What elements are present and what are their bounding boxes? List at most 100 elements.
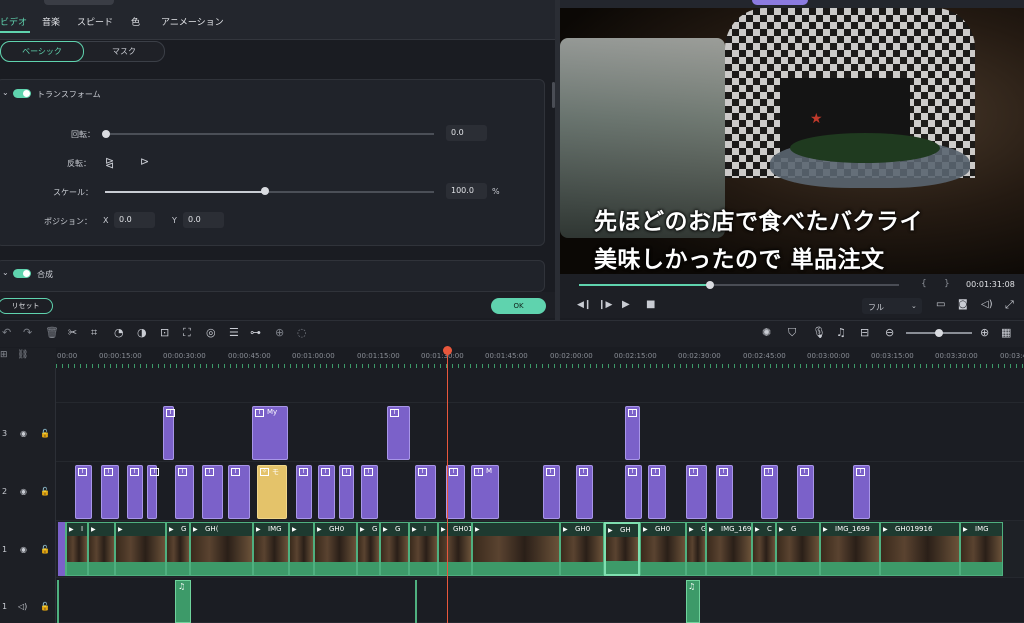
chevron-down-icon[interactable]: ⌄: [2, 88, 9, 97]
title-clip[interactable]: T: [127, 465, 143, 519]
stop-icon[interactable]: ■: [646, 299, 655, 310]
tab-video[interactable]: ビデオ: [0, 15, 27, 28]
audio-clip-edge[interactable]: [415, 580, 417, 623]
flip-horizontal-icon[interactable]: ⧎: [105, 156, 114, 169]
title-clip[interactable]: T: [175, 465, 194, 519]
title-clip[interactable]: T: [543, 465, 560, 519]
snapshot-camera-icon[interactable]: ◙: [958, 299, 968, 310]
video-clip[interactable]: GH(: [190, 522, 253, 576]
title-clip[interactable]: T My: [252, 406, 288, 460]
tab-speed[interactable]: スピード: [77, 15, 113, 28]
delete-icon[interactable]: 🗑: [45, 326, 59, 339]
playhead-line[interactable]: [447, 350, 448, 623]
previous-frame-icon[interactable]: ◀❙: [577, 300, 591, 310]
clip-trim-handle[interactable]: [58, 522, 65, 576]
video-clip[interactable]: C: [752, 522, 776, 576]
video-clip[interactable]: GH01: [686, 522, 706, 576]
title-clip[interactable]: T: [147, 465, 159, 519]
video-clip[interactable]: I: [66, 522, 88, 576]
color-icon[interactable]: ◑: [137, 326, 147, 339]
title-clip[interactable]: T: [797, 465, 814, 519]
video-clip[interactable]: [88, 522, 115, 576]
eye-icon[interactable]: ◉: [20, 545, 27, 554]
next-frame-icon[interactable]: ❙▶: [598, 300, 612, 310]
title-clip[interactable]: T: [339, 465, 354, 519]
video-clip[interactable]: IMG: [253, 522, 289, 576]
lock-icon[interactable]: 🔓: [40, 429, 50, 438]
mark-in-brace[interactable]: {: [921, 279, 927, 289]
title-clip[interactable]: T: [202, 465, 223, 519]
render-icon[interactable]: ✺: [762, 326, 771, 339]
undo-icon[interactable]: ↶: [2, 326, 11, 339]
video-clip[interactable]: G: [357, 522, 380, 576]
composite-toggle[interactable]: [13, 269, 31, 278]
title-clip[interactable]: T: [228, 465, 250, 519]
title-clip[interactable]: T: [576, 465, 593, 519]
flip-vertical-icon[interactable]: ⊳: [140, 155, 149, 168]
audio-clip[interactable]: ♫: [175, 580, 191, 623]
lock-icon[interactable]: 🔓: [40, 545, 50, 554]
transform-toggle[interactable]: [13, 89, 31, 98]
reset-button[interactable]: リセット: [0, 298, 53, 314]
fullscreen-icon[interactable]: ⤢: [1005, 298, 1014, 312]
video-clip[interactable]: [115, 522, 166, 576]
marker-icon[interactable]: ⛉: [788, 326, 796, 340]
title-clip[interactable]: T: [75, 465, 92, 519]
position-x-input[interactable]: 0.0: [114, 212, 155, 228]
lock-icon[interactable]: 🔓: [40, 487, 50, 496]
audio-clip[interactable]: ♫: [686, 580, 700, 623]
audio-mix-icon[interactable]: ♫: [836, 326, 846, 339]
freeze-frame-icon[interactable]: ⊡: [160, 326, 169, 339]
title-clip[interactable]: T: [296, 465, 312, 519]
speaker-icon[interactable]: ◁): [18, 602, 27, 611]
eye-icon[interactable]: ◉: [20, 487, 27, 496]
scale-input[interactable]: 100.0: [446, 183, 487, 199]
stabilize-icon[interactable]: ◎: [206, 326, 216, 339]
link-icon[interactable]: ⛓: [17, 350, 28, 360]
video-clip[interactable]: GH0: [640, 522, 686, 576]
zoom-slider-knob[interactable]: [935, 329, 943, 337]
video-clip[interactable]: IMG: [960, 522, 1003, 576]
title-clip[interactable]: T: [318, 465, 335, 519]
zoom-in-icon[interactable]: ⊕: [980, 326, 989, 339]
microphone-icon[interactable]: 🎙: [812, 326, 826, 339]
audio-stretch-icon[interactable]: ◌: [297, 326, 307, 339]
video-clip[interactable]: GH: [604, 522, 640, 576]
video-clip[interactable]: GH0: [560, 522, 604, 576]
tab-color[interactable]: 色: [131, 15, 140, 28]
video-clip[interactable]: [289, 522, 314, 576]
mark-out-brace[interactable]: }: [944, 279, 950, 289]
ok-button[interactable]: OK: [491, 298, 546, 314]
video-clip[interactable]: GH0: [314, 522, 357, 576]
chevron-down-icon[interactable]: ⌄: [2, 268, 9, 277]
rotate-input[interactable]: 0.0: [446, 125, 487, 141]
playback-progress-knob[interactable]: [706, 281, 714, 289]
title-clip[interactable]: T: [101, 465, 119, 519]
title-clip[interactable]: T: [415, 465, 436, 519]
fit-icon[interactable]: ⛶: [183, 326, 191, 340]
volume-icon[interactable]: ◁): [981, 299, 993, 310]
video-clip[interactable]: G: [776, 522, 820, 576]
audio-clip-edge[interactable]: [57, 580, 59, 623]
adjust-icon[interactable]: ☰: [229, 326, 239, 339]
add-track-icon[interactable]: ⊞: [0, 350, 8, 360]
display-icon[interactable]: ▭: [936, 299, 945, 310]
tab-animation[interactable]: アニメーション: [161, 15, 224, 28]
video-clip[interactable]: I: [409, 522, 438, 576]
video-preview[interactable]: ★ 先ほどのお店で食べたバクライ 美味しかったので 単品注文: [560, 8, 1024, 274]
grid-view-icon[interactable]: ▦: [1001, 326, 1011, 339]
title-clip[interactable]: T: [163, 406, 175, 460]
lock-icon[interactable]: 🔓: [40, 602, 50, 611]
video-clip[interactable]: [472, 522, 560, 576]
effect-clip[interactable]: ✧ モ: [257, 465, 287, 519]
video-clip[interactable]: GH019916: [880, 522, 960, 576]
title-clip[interactable]: TM: [471, 465, 499, 519]
segment-basic[interactable]: ベーシック: [0, 41, 84, 62]
subtitle-icon[interactable]: ⊟: [860, 326, 869, 339]
video-clip[interactable]: G: [166, 522, 190, 576]
position-y-input[interactable]: 0.0: [183, 212, 224, 228]
title-clip[interactable]: T: [761, 465, 778, 519]
video-clip[interactable]: IMG_169: [706, 522, 752, 576]
eye-icon[interactable]: ◉: [20, 429, 27, 438]
clip-marker-icon[interactable]: ⊶: [250, 326, 261, 339]
